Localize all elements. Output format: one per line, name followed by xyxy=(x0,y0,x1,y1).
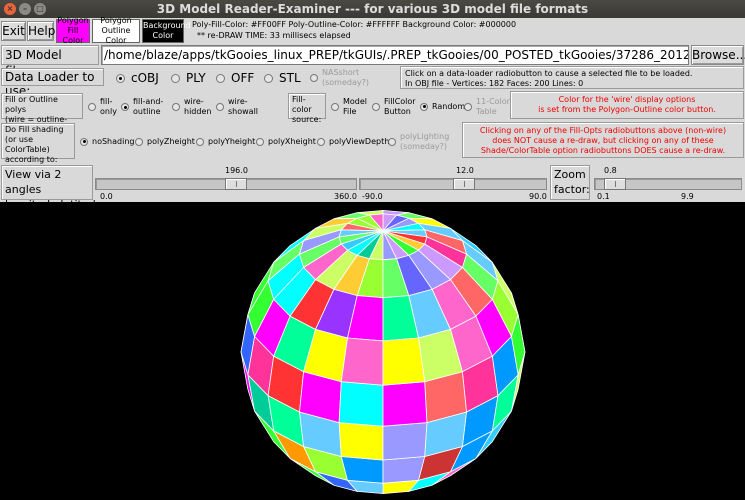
sphere-model-rendering xyxy=(240,209,526,495)
model-canvas[interactable] xyxy=(0,202,745,500)
shading-radio-polyzheight[interactable]: polyZheight xyxy=(135,137,195,146)
redraw-time-text: ** re-DRAW TIME: 33 millisecs elapsed xyxy=(197,31,351,40)
fill-radio-wire-showall[interactable]: wire-showall xyxy=(216,97,258,117)
poly-fill-color-button[interactable]: Polygon Fill Color xyxy=(56,16,90,45)
fill-options-label: Fill or Outline polys (wire = outline-on… xyxy=(1,93,83,134)
colors-info-text: Poly-Fill-Color: #FF00FF Poly-Outline-Co… xyxy=(192,20,517,29)
zoom-slider[interactable] xyxy=(594,178,742,190)
loader-radio-stl[interactable]: STL xyxy=(264,71,301,85)
loader-radio-nasshort: NASshort (someday?) xyxy=(310,68,388,88)
radio-dot xyxy=(88,103,96,111)
latitude-slider[interactable] xyxy=(359,178,547,190)
radio-dot xyxy=(331,103,339,111)
radio-dot xyxy=(388,138,396,146)
loader-label: Data Loader to use: xyxy=(1,68,104,98)
fill-color-source-label: Fill-color source: xyxy=(288,93,326,124)
loader-radio-off[interactable]: OFF xyxy=(216,71,254,85)
radio-dot xyxy=(256,137,264,146)
fill-radio-fill-and-outline[interactable]: fill-and-outline xyxy=(121,97,163,117)
radio-dot xyxy=(135,137,143,146)
radio-dot xyxy=(196,137,204,146)
zoom-max: 9.9 xyxy=(681,192,694,201)
shading-redraw-note: Clicking on any of the Fill-Opts radiobu… xyxy=(462,122,744,158)
window-title: 3D Model Reader-Examiner --- for various… xyxy=(156,2,589,16)
model-polygon xyxy=(382,381,428,427)
zoom-label: Zoom factor: xyxy=(550,165,590,200)
color-source-radio-model-file[interactable]: Model File xyxy=(331,97,367,117)
model-polygon xyxy=(338,381,384,427)
background-color-button[interactable]: Background Color xyxy=(142,19,191,43)
radio-dot xyxy=(372,103,380,111)
shading-radio-polylighting: polyLighting (someday?) xyxy=(388,132,452,152)
fill-radio-wire-hidden[interactable]: wire-hidden xyxy=(172,97,211,117)
radio-dot xyxy=(420,102,428,111)
latitude-max: 90.0 xyxy=(529,192,547,201)
radio-dot xyxy=(317,137,325,146)
zoom-slider-thumb[interactable] xyxy=(604,178,626,190)
loader-info-box: Click on a data-loader radiobutton to ca… xyxy=(400,66,744,89)
shading-radio-noshading[interactable]: noShading xyxy=(80,137,134,146)
filename-label: 3D Model filename: xyxy=(1,45,99,78)
color-source-radio-random[interactable]: Random xyxy=(420,102,465,111)
latitude-slider-thumb[interactable] xyxy=(453,178,475,190)
view-angles-label: View via 2 angles longitude,latitude: xyxy=(1,165,106,211)
color-source-radio-11-color-table: 11-Color Table xyxy=(464,97,510,117)
longitude-min: 0.0 xyxy=(100,192,113,201)
exit-button[interactable]: Exit xyxy=(1,21,26,41)
longitude-value: 196.0 xyxy=(225,166,248,175)
wire-color-note: Color for the 'wire' display options is … xyxy=(510,91,744,119)
model-polygon xyxy=(382,456,426,484)
minimize-window-icon[interactable]: – xyxy=(19,3,31,15)
shading-radio-polyxheight[interactable]: polyXheight xyxy=(256,137,316,146)
latitude-value: 12.0 xyxy=(456,166,474,175)
longitude-slider[interactable] xyxy=(95,178,357,190)
radio-dot xyxy=(264,73,273,83)
longitude-max: 360.0 xyxy=(334,192,357,201)
model-polygon xyxy=(382,422,428,461)
loader-radio-cobj[interactable]: cOBJ xyxy=(116,71,159,85)
color-source-radio-fillcolor-button[interactable]: FillColor Button xyxy=(372,97,416,117)
help-button[interactable]: Help xyxy=(27,21,55,41)
close-window-icon[interactable]: × xyxy=(4,3,16,15)
radio-dot xyxy=(310,74,318,82)
radio-dot xyxy=(116,73,125,83)
shading-radio-polyviewdepth[interactable]: polyViewDepth xyxy=(317,137,389,146)
radio-dot xyxy=(464,103,472,111)
radio-dot xyxy=(216,103,224,111)
radio-dot xyxy=(171,73,180,83)
shading-label: Do Fill shading (or use ColorTable) acco… xyxy=(1,123,75,164)
model-polygon xyxy=(340,337,384,386)
zoom-min: 0.1 xyxy=(597,192,610,201)
radio-dot xyxy=(80,137,88,146)
radio-dot xyxy=(121,103,129,111)
longitude-slider-thumb[interactable] xyxy=(225,178,247,190)
loader-radio-ply[interactable]: PLY xyxy=(171,71,206,85)
maximize-window-icon[interactable]: □ xyxy=(34,3,46,15)
model-polygon xyxy=(382,337,426,386)
controls-panel: Exit Help Polygon Fill Color Polygon Out… xyxy=(0,16,745,211)
filename-input[interactable]: /home/blaze/apps/tkGooies_linux_PREP/tkG… xyxy=(101,45,689,65)
latitude-min: -90.0 xyxy=(362,192,383,201)
radio-dot xyxy=(172,103,180,111)
browse-button[interactable]: Browse... xyxy=(691,45,745,65)
fill-radio-fill-only[interactable]: fill-only xyxy=(88,97,117,117)
shading-radio-polyyheight[interactable]: polyYheight xyxy=(196,137,255,146)
radio-dot xyxy=(216,73,225,83)
zoom-value: 0.8 xyxy=(604,166,617,175)
model-polygon xyxy=(338,422,384,461)
model-polygon xyxy=(340,456,384,484)
poly-outline-color-button[interactable]: Polygon Outline Color xyxy=(92,16,140,45)
